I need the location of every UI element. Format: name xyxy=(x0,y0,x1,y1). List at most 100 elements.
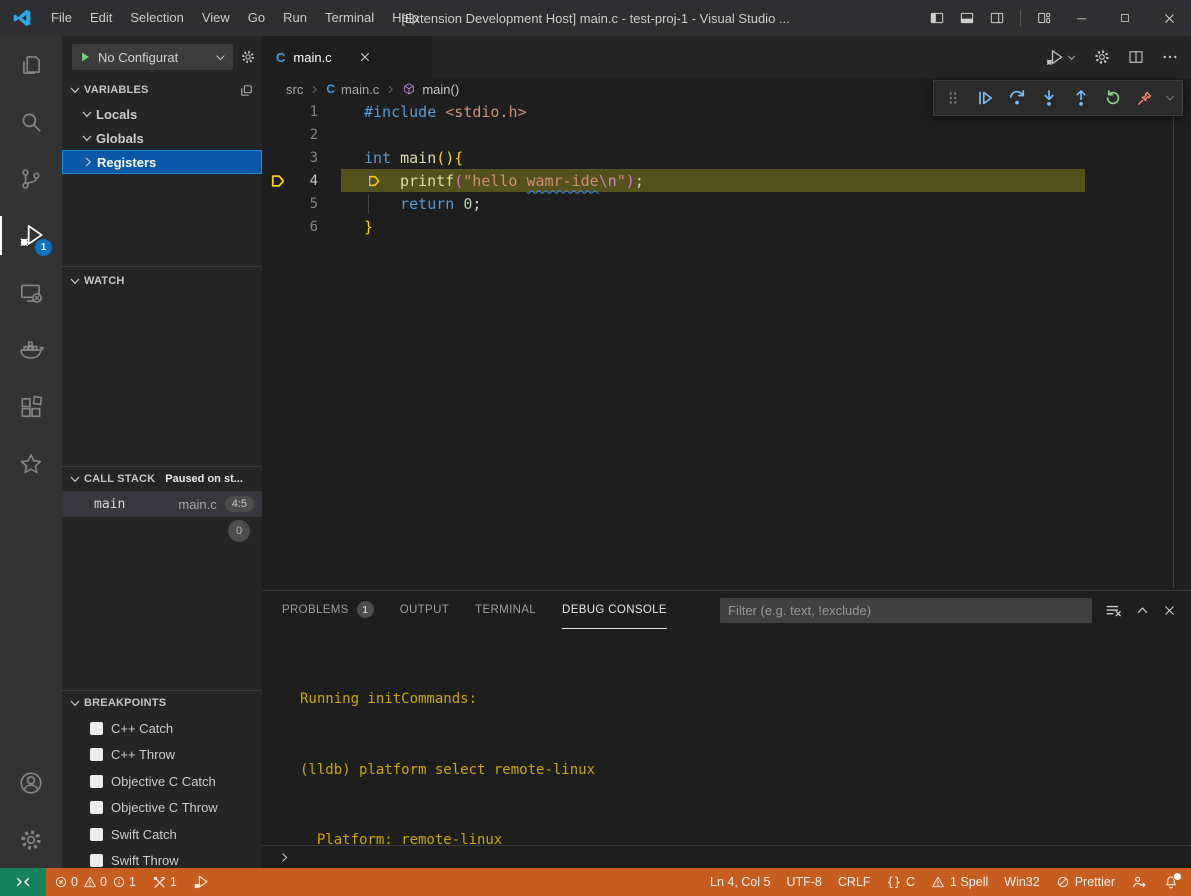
stack-frame-row[interactable]: main main.c 4:5 xyxy=(62,491,262,517)
titlebar-separator xyxy=(1020,10,1021,26)
breadcrumb-folder[interactable]: src xyxy=(286,82,303,97)
breadcrumb-symbol[interactable]: main() xyxy=(422,82,459,97)
step-out-button[interactable] xyxy=(1068,85,1094,111)
vscode-window: File Edit Selection View Go Run Terminal… xyxy=(0,0,1191,896)
cursor-position[interactable]: Ln 4, Col 5 xyxy=(702,868,778,896)
checkbox[interactable] xyxy=(90,801,103,814)
minimize-button[interactable] xyxy=(1059,0,1103,36)
continue-button[interactable] xyxy=(972,85,998,111)
maximize-panel-icon[interactable] xyxy=(1135,603,1150,618)
formatter-status[interactable]: Prettier xyxy=(1048,868,1123,896)
editor-settings-gear-icon[interactable] xyxy=(1093,48,1111,66)
encoding-indicator[interactable]: UTF-8 xyxy=(778,868,829,896)
breakpoints-section-header[interactable]: BREAKPOINTS xyxy=(62,691,262,715)
step-into-button[interactable] xyxy=(1036,85,1062,111)
breadcrumb-file[interactable]: main.c xyxy=(341,82,379,97)
language-label: C xyxy=(906,875,915,889)
tab-main-c[interactable]: C main.c xyxy=(262,36,432,78)
activity-extensions[interactable] xyxy=(0,378,62,435)
activity-docker[interactable] xyxy=(0,321,62,378)
more-actions-icon[interactable] xyxy=(1161,48,1179,66)
variables-section-header[interactable]: VARIABLES xyxy=(62,78,262,102)
checkbox[interactable] xyxy=(90,854,103,867)
clear-console-icon[interactable] xyxy=(1104,601,1123,620)
checkbox[interactable] xyxy=(90,775,103,788)
line-number: 4 xyxy=(294,173,318,189)
activity-run-and-debug[interactable]: 1 xyxy=(0,207,62,264)
close-window-button[interactable] xyxy=(1147,0,1191,36)
tab-problems[interactable]: PROBLEMS 1 xyxy=(282,591,374,629)
error-count: 0 xyxy=(71,875,78,889)
start-debug-icon[interactable] xyxy=(78,50,92,64)
checkbox[interactable] xyxy=(90,722,103,735)
tab-output[interactable]: OUTPUT xyxy=(400,591,449,629)
breakpoint-objc-catch[interactable]: Objective C Catch xyxy=(62,768,262,795)
breakpoint-swift-catch[interactable]: Swift Catch xyxy=(62,821,262,848)
activity-settings[interactable] xyxy=(0,811,62,868)
variables-item-registers[interactable]: Registers xyxy=(62,150,262,174)
activity-search[interactable] xyxy=(0,93,62,150)
menu-file[interactable]: File xyxy=(42,0,81,36)
editor-tab-bar: C main.c xyxy=(262,36,1191,78)
console-filter-input[interactable] xyxy=(720,598,1092,623)
menu-go[interactable]: Go xyxy=(239,0,274,36)
code-editor[interactable]: 1 #include <stdio.h> 2 3 int main(){ 4 xyxy=(262,100,1191,238)
debug-sidebar-header: No Configurat xyxy=(62,36,262,78)
checkbox[interactable] xyxy=(90,828,103,841)
language-mode[interactable]: {}C xyxy=(879,868,923,896)
menu-view[interactable]: View xyxy=(193,0,239,36)
toggle-secondary-sidebar-icon[interactable] xyxy=(989,10,1005,26)
menu-run[interactable]: Run xyxy=(274,0,316,36)
activity-remote-explorer[interactable] xyxy=(0,264,62,321)
menu-terminal[interactable]: Terminal xyxy=(316,0,383,36)
menu-edit[interactable]: Edit xyxy=(81,0,121,36)
feedback-button[interactable] xyxy=(1123,868,1155,896)
disconnect-button[interactable] xyxy=(1132,85,1158,111)
notifications-button[interactable] xyxy=(1155,868,1191,896)
breakpoint-cpp-catch[interactable]: C++ Catch xyxy=(62,715,262,742)
toggle-panel-icon[interactable] xyxy=(959,10,975,26)
debug-settings-gear-icon[interactable] xyxy=(240,49,256,65)
maximize-button[interactable] xyxy=(1103,0,1147,36)
activity-favorites[interactable] xyxy=(0,435,62,492)
split-editor-icon[interactable] xyxy=(1127,48,1145,66)
tab-label: TERMINAL xyxy=(475,604,536,616)
variables-item-locals[interactable]: Locals xyxy=(62,102,262,126)
tab-terminal[interactable]: TERMINAL xyxy=(475,591,536,629)
step-over-button[interactable] xyxy=(1004,85,1030,111)
toolbar-drag-handle[interactable] xyxy=(940,85,966,111)
spell-checker-status[interactable]: 1 Spell xyxy=(923,868,996,896)
activity-source-control[interactable] xyxy=(0,150,62,207)
problems-status[interactable]: 0 0 1 xyxy=(46,868,144,896)
editor-scrollbar[interactable] xyxy=(1173,96,1174,588)
close-panel-icon[interactable] xyxy=(1162,603,1177,618)
breakpoint-cpp-throw[interactable]: C++ Throw xyxy=(62,742,262,769)
restart-button[interactable] xyxy=(1100,85,1126,111)
launch-config-dropdown[interactable]: No Configurat xyxy=(72,44,233,70)
chevron-down-icon[interactable] xyxy=(1164,92,1176,104)
tab-debug-console[interactable]: DEBUG CONSOLE xyxy=(562,591,667,629)
debug-status[interactable] xyxy=(185,868,217,896)
platform-indicator[interactable]: Win32 xyxy=(996,868,1047,896)
bottom-panel: PROBLEMS 1 OUTPUT TERMINAL DEBUG CONSOLE… xyxy=(262,590,1191,868)
remote-indicator[interactable] xyxy=(0,868,46,896)
menu-selection[interactable]: Selection xyxy=(121,0,192,36)
run-or-debug-button[interactable] xyxy=(1045,48,1077,67)
eol-indicator[interactable]: CRLF xyxy=(830,868,879,896)
watch-section-header[interactable]: WATCH xyxy=(62,267,262,295)
variables-item-globals[interactable]: Globals xyxy=(62,126,262,150)
activity-explorer[interactable] xyxy=(0,36,62,93)
chevron-right-icon xyxy=(81,155,95,169)
breakpoint-objc-throw[interactable]: Objective C Throw xyxy=(62,795,262,822)
close-tab-icon[interactable] xyxy=(358,50,372,64)
toolchain-status[interactable]: 1 xyxy=(144,868,185,896)
code-line-6: 6 } xyxy=(262,215,1191,238)
toggle-sidebar-icon[interactable] xyxy=(929,10,945,26)
debug-console-input[interactable] xyxy=(262,845,1191,868)
customize-layout-icon[interactable] xyxy=(1036,10,1052,26)
copy-icon[interactable] xyxy=(239,83,254,98)
checkbox[interactable] xyxy=(90,748,103,761)
breakpoint-swift-throw[interactable]: Swift Throw xyxy=(62,848,262,869)
activity-account[interactable] xyxy=(0,754,62,811)
call-stack-section-header[interactable]: CALL STACK Paused on st... xyxy=(62,467,262,491)
